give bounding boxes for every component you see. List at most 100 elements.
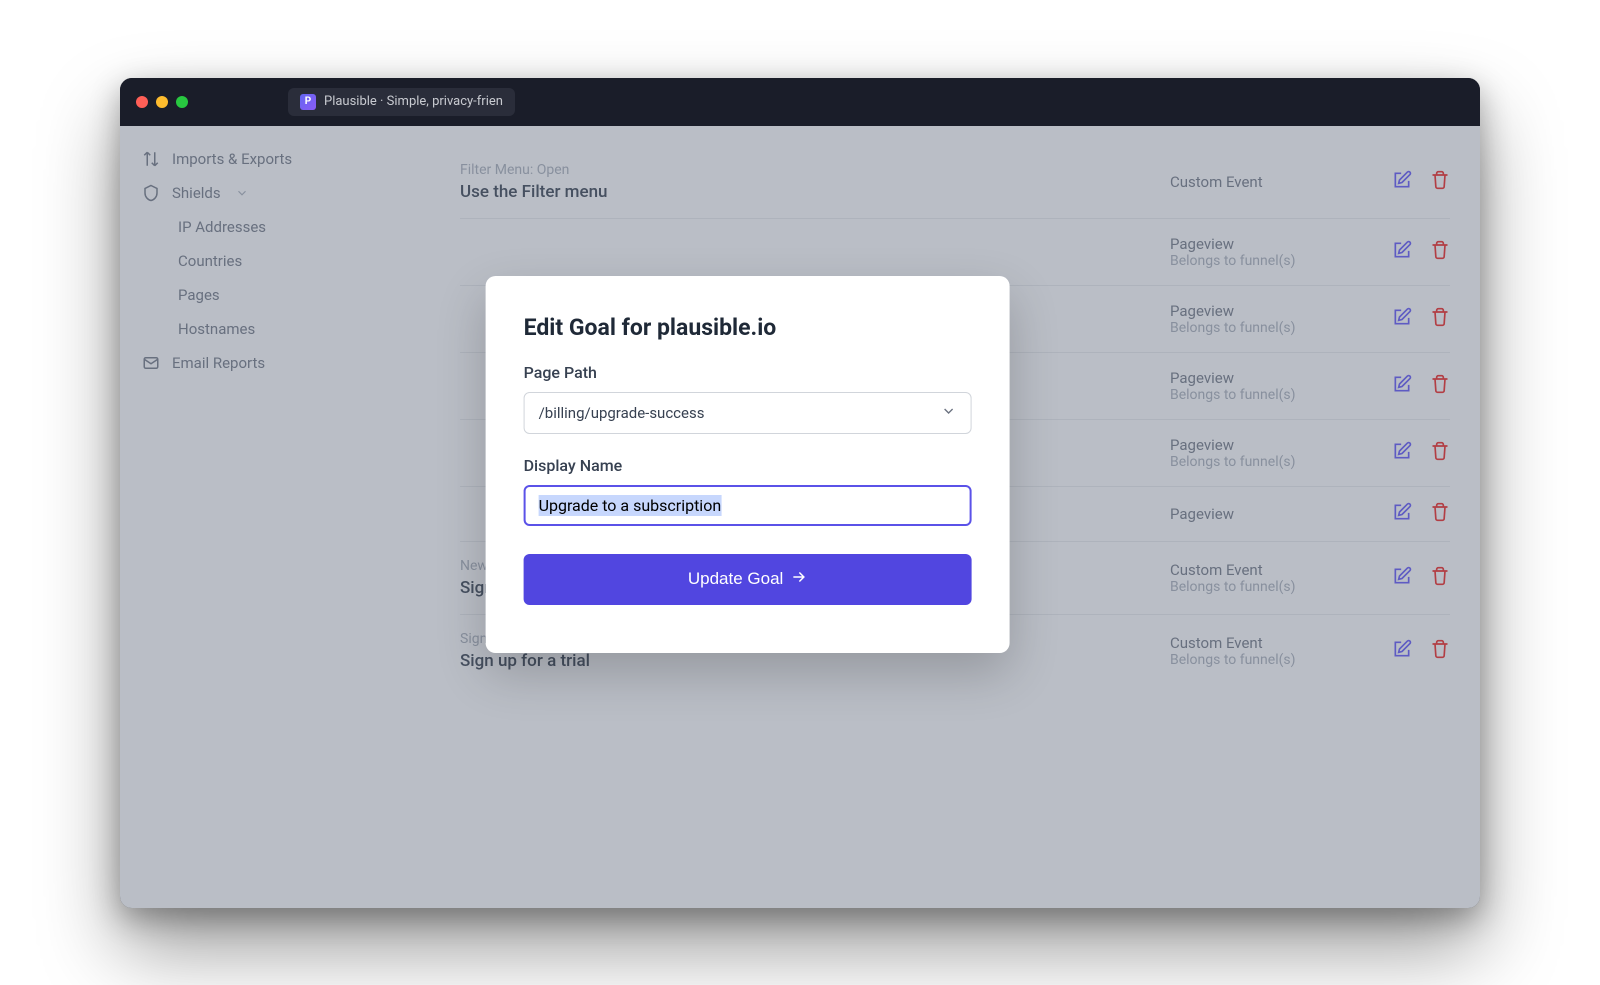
trash-icon (1430, 502, 1450, 526)
goal-meta-wrap: Custom Event (1170, 172, 1450, 192)
page-path-value: /billing/upgrade-success (539, 404, 705, 422)
edit-icon (1392, 170, 1412, 194)
goal-meta-wrap: Pageview (1170, 504, 1450, 524)
edit-icon (1392, 374, 1412, 398)
goal-meta: Pageview (1170, 505, 1370, 523)
goal-meta: PageviewBelongs to funnel(s) (1170, 436, 1370, 470)
arrow-right-icon (789, 568, 807, 591)
goal-actions (1392, 568, 1450, 588)
delete-goal-button[interactable] (1430, 376, 1450, 396)
edit-goal-button[interactable] (1392, 641, 1412, 661)
sidebar-label: Countries (178, 252, 242, 270)
goal-row: PageviewBelongs to funnel(s) (460, 218, 1450, 285)
goal-meta-wrap: PageviewBelongs to funnel(s) (1170, 235, 1450, 269)
sidebar-label: IP Addresses (178, 218, 266, 236)
delete-goal-button[interactable] (1430, 504, 1450, 524)
goal-meta-wrap: PageviewBelongs to funnel(s) (1170, 436, 1450, 470)
goal-type: Pageview (1170, 436, 1370, 454)
edit-goal-button[interactable] (1392, 172, 1412, 192)
goal-type: Custom Event (1170, 634, 1370, 652)
goal-actions (1392, 641, 1450, 661)
edit-icon (1392, 307, 1412, 331)
goal-meta-wrap: PageviewBelongs to funnel(s) (1170, 302, 1450, 336)
maximize-window-button[interactable] (176, 96, 188, 108)
trash-icon (1430, 639, 1450, 663)
display-name-value: Upgrade to a subscription (539, 495, 722, 516)
trash-icon (1430, 441, 1450, 465)
sidebar-label: Hostnames (178, 320, 255, 338)
close-window-button[interactable] (136, 96, 148, 108)
traffic-lights (136, 96, 188, 108)
edit-goal-button[interactable] (1392, 242, 1412, 262)
goal-row: Filter Menu: Open Use the Filter menuCust… (460, 146, 1450, 218)
edit-goal-button[interactable] (1392, 504, 1412, 524)
edit-goal-button[interactable] (1392, 568, 1412, 588)
goal-meta: Custom Event (1170, 173, 1370, 191)
goal-funnel: Belongs to funnel(s) (1170, 253, 1370, 269)
edit-goal-modal: Edit Goal for plausible.io Page Path /bi… (486, 276, 1010, 653)
update-goal-label: Update Goal (688, 569, 783, 589)
goal-type: Pageview (1170, 302, 1370, 320)
update-goal-button[interactable]: Update Goal (524, 554, 972, 605)
goal-funnel: Belongs to funnel(s) (1170, 652, 1370, 668)
page-path-select[interactable]: /billing/upgrade-success (524, 392, 972, 434)
goal-meta: PageviewBelongs to funnel(s) (1170, 302, 1370, 336)
goal-label: Filter Menu: Open (460, 162, 1170, 178)
delete-goal-button[interactable] (1430, 309, 1450, 329)
goal-text: Filter Menu: Open Use the Filter menu (460, 162, 1170, 202)
sidebar-item-countries[interactable]: Countries (120, 244, 430, 278)
edit-icon (1392, 502, 1412, 526)
display-name-label: Display Name (524, 456, 972, 475)
goal-actions (1392, 376, 1450, 396)
delete-goal-button[interactable] (1430, 172, 1450, 192)
page-path-label: Page Path (524, 363, 972, 382)
delete-goal-button[interactable] (1430, 641, 1450, 661)
sidebar-item-imports-exports[interactable]: Imports & Exports (120, 142, 430, 176)
sidebar-item-hostnames[interactable]: Hostnames (120, 312, 430, 346)
delete-goal-button[interactable] (1430, 568, 1450, 588)
goal-title: Sign up for a trial (460, 651, 1170, 671)
goal-funnel: Belongs to funnel(s) (1170, 387, 1370, 403)
sidebar: Imports & Exports Shields IP Addresses C… (120, 126, 430, 908)
goal-funnel: Belongs to funnel(s) (1170, 579, 1370, 595)
goal-funnel: Belongs to funnel(s) (1170, 454, 1370, 470)
chevron-down-icon (235, 186, 249, 200)
trash-icon (1430, 240, 1450, 264)
browser-window: P Plausible · Simple, privacy-frien Impo… (120, 78, 1480, 908)
goal-type: Pageview (1170, 505, 1370, 523)
favicon-icon: P (300, 94, 316, 110)
edit-icon (1392, 441, 1412, 465)
goal-actions (1392, 443, 1450, 463)
sidebar-item-shields[interactable]: Shields (120, 176, 430, 210)
sidebar-item-email-reports[interactable]: Email Reports (120, 346, 430, 380)
content-area: Imports & Exports Shields IP Addresses C… (120, 126, 1480, 908)
goal-actions (1392, 242, 1450, 262)
edit-goal-button[interactable] (1392, 309, 1412, 329)
delete-goal-button[interactable] (1430, 443, 1450, 463)
goal-actions (1392, 504, 1450, 524)
sidebar-item-ip-addresses[interactable]: IP Addresses (120, 210, 430, 244)
goal-meta: PageviewBelongs to funnel(s) (1170, 369, 1370, 403)
chevron-down-icon (941, 403, 957, 423)
trash-icon (1430, 566, 1450, 590)
edit-goal-button[interactable] (1392, 443, 1412, 463)
minimize-window-button[interactable] (156, 96, 168, 108)
goal-title: Use the Filter menu (460, 182, 1170, 202)
goal-meta: Custom EventBelongs to funnel(s) (1170, 561, 1370, 595)
titlebar: P Plausible · Simple, privacy-frien (120, 78, 1480, 126)
browser-tab[interactable]: P Plausible · Simple, privacy-frien (288, 88, 515, 116)
goal-type: Pageview (1170, 235, 1370, 253)
goal-actions (1392, 172, 1450, 192)
delete-goal-button[interactable] (1430, 242, 1450, 262)
edit-icon (1392, 566, 1412, 590)
goal-text (460, 241, 1170, 263)
tab-title: Plausible · Simple, privacy-frien (324, 94, 503, 109)
goal-funnel: Belongs to funnel(s) (1170, 320, 1370, 336)
sidebar-item-pages[interactable]: Pages (120, 278, 430, 312)
display-name-input[interactable]: Upgrade to a subscription (524, 485, 972, 526)
goal-meta: Custom EventBelongs to funnel(s) (1170, 634, 1370, 668)
goal-type: Custom Event (1170, 561, 1370, 579)
sidebar-label: Imports & Exports (172, 150, 292, 168)
goal-type: Custom Event (1170, 173, 1370, 191)
edit-goal-button[interactable] (1392, 376, 1412, 396)
